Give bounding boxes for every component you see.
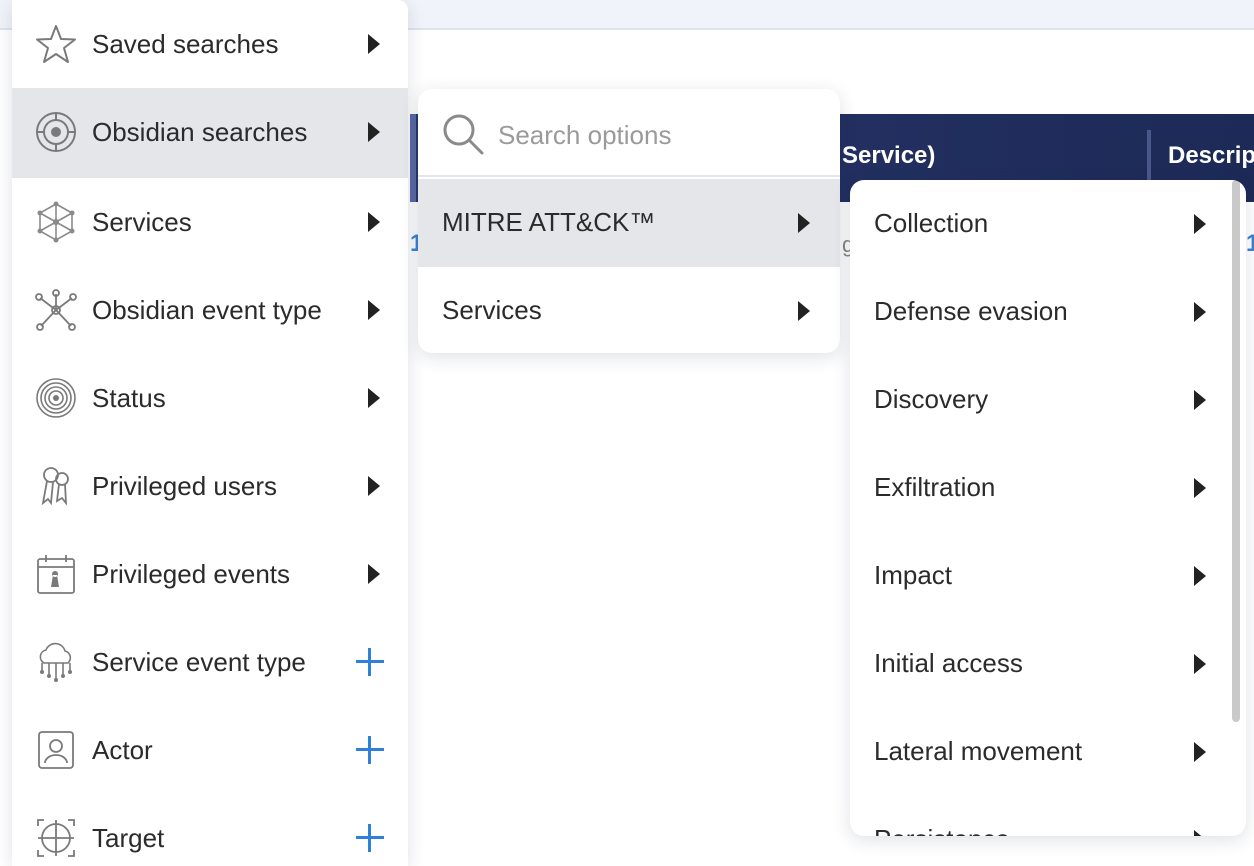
search-icon <box>442 113 484 155</box>
chevron-right-icon <box>1194 214 1206 234</box>
column-header-description[interactable]: Description <box>1168 142 1254 170</box>
menu-item-status[interactable]: Status <box>12 354 408 442</box>
tactic-item-persistence[interactable]: Persistence <box>850 796 1246 836</box>
menu-item-label: MITRE ATT&CK™ <box>442 207 656 237</box>
chevron-right-icon <box>798 301 810 321</box>
tactic-item-exfiltration[interactable]: Exfiltration <box>850 444 1246 532</box>
menu-item-service-event-type[interactable]: Service event type <box>12 618 408 706</box>
menu-item-label: Persistence <box>874 824 1010 836</box>
node-graph-icon <box>34 288 78 332</box>
menu-item-label: Privileged users <box>92 470 277 501</box>
chevron-right-icon <box>1194 566 1206 586</box>
submenu-item-mitre-attack[interactable]: MITRE ATT&CK™ <box>418 179 840 267</box>
menu-item-label: Initial access <box>874 648 1023 678</box>
chevron-right-icon <box>368 564 380 584</box>
menu-item-label: Service event type <box>92 646 306 677</box>
tactic-item-lateral-movement[interactable]: Lateral movement <box>850 708 1246 796</box>
chevron-right-icon <box>368 212 380 232</box>
chevron-right-icon <box>1194 654 1206 674</box>
obsidian-searches-submenu: MITRE ATT&CK™ Services <box>418 89 840 353</box>
search-box <box>418 89 840 177</box>
menu-item-label: Discovery <box>874 384 989 414</box>
menu-item-saved-searches[interactable]: Saved searches <box>12 0 408 88</box>
tactic-item-collection[interactable]: Collection <box>850 180 1246 268</box>
menu-item-obsidian-searches[interactable]: Obsidian searches <box>12 88 408 176</box>
menu-item-label: Collection <box>874 208 989 238</box>
menu-item-label: Lateral movement <box>874 736 1083 766</box>
submenu-item-services[interactable]: Services <box>418 267 840 353</box>
chevron-right-icon <box>368 300 380 320</box>
menu-item-obsidian-event-type[interactable]: Obsidian event type <box>12 266 408 354</box>
menu-item-label: Services <box>442 295 542 325</box>
menu-item-services[interactable]: Services <box>12 178 408 266</box>
column-divider[interactable] <box>1147 130 1151 184</box>
column-header-service[interactable]: Service) <box>842 142 1042 170</box>
tactic-item-discovery[interactable]: Discovery <box>850 356 1246 444</box>
menu-item-target[interactable]: Target <box>12 794 408 866</box>
chevron-right-icon <box>1194 478 1206 498</box>
table-cell-link[interactable]: 1 <box>1246 230 1254 258</box>
calendar-keys-icon <box>34 552 78 596</box>
user-card-icon <box>34 728 78 772</box>
menu-item-label: Obsidian searches <box>92 116 308 147</box>
tactic-item-defense-evasion[interactable]: Defense evasion <box>850 268 1246 356</box>
plus-icon[interactable] <box>356 736 384 764</box>
plus-icon[interactable] <box>356 824 384 852</box>
chevron-right-icon <box>798 213 810 233</box>
chevron-right-icon <box>368 122 380 142</box>
crosshair-icon <box>34 816 78 860</box>
menu-item-label: Target <box>92 822 165 853</box>
keys-icon <box>34 464 78 508</box>
menu-item-privileged-events[interactable]: Privileged events <box>12 530 408 618</box>
menu-item-label: Saved searches <box>92 28 279 59</box>
network-icon <box>34 200 78 244</box>
menu-item-label: Services <box>92 206 192 237</box>
target-rings-icon <box>34 376 78 420</box>
menu-item-label: Obsidian event type <box>92 294 322 325</box>
tactic-item-initial-access[interactable]: Initial access <box>850 620 1246 708</box>
chevron-right-icon <box>1194 742 1206 762</box>
mitre-tactics-submenu: Collection Defense evasion Discovery Exf… <box>850 180 1246 836</box>
chevron-right-icon <box>1194 302 1206 322</box>
menu-item-label: Impact <box>874 560 953 590</box>
cloud-circuit-icon <box>34 640 78 684</box>
chevron-right-icon <box>1194 390 1206 410</box>
menu-item-actor[interactable]: Actor <box>12 706 408 794</box>
menu-item-label: Defense evasion <box>874 296 1068 326</box>
chevron-right-icon <box>1194 830 1206 836</box>
menu-item-label: Exfiltration <box>874 472 996 502</box>
search-input[interactable] <box>498 113 818 157</box>
menu-item-label: Privileged events <box>92 558 290 589</box>
tactic-item-impact[interactable]: Impact <box>850 532 1246 620</box>
filter-menu: Saved searches Obsidian searches Service… <box>12 0 408 866</box>
menu-item-label: Status <box>92 382 166 413</box>
plus-icon[interactable] <box>356 648 384 676</box>
chevron-right-icon <box>368 34 380 54</box>
menu-item-label: Actor <box>92 734 153 765</box>
star-icon <box>34 22 78 66</box>
menu-item-privileged-users[interactable]: Privileged users <box>12 442 408 530</box>
scrollbar[interactable] <box>1232 180 1240 722</box>
obsidian-logo-icon <box>34 110 78 154</box>
chevron-right-icon <box>368 476 380 496</box>
chevron-right-icon <box>368 388 380 408</box>
